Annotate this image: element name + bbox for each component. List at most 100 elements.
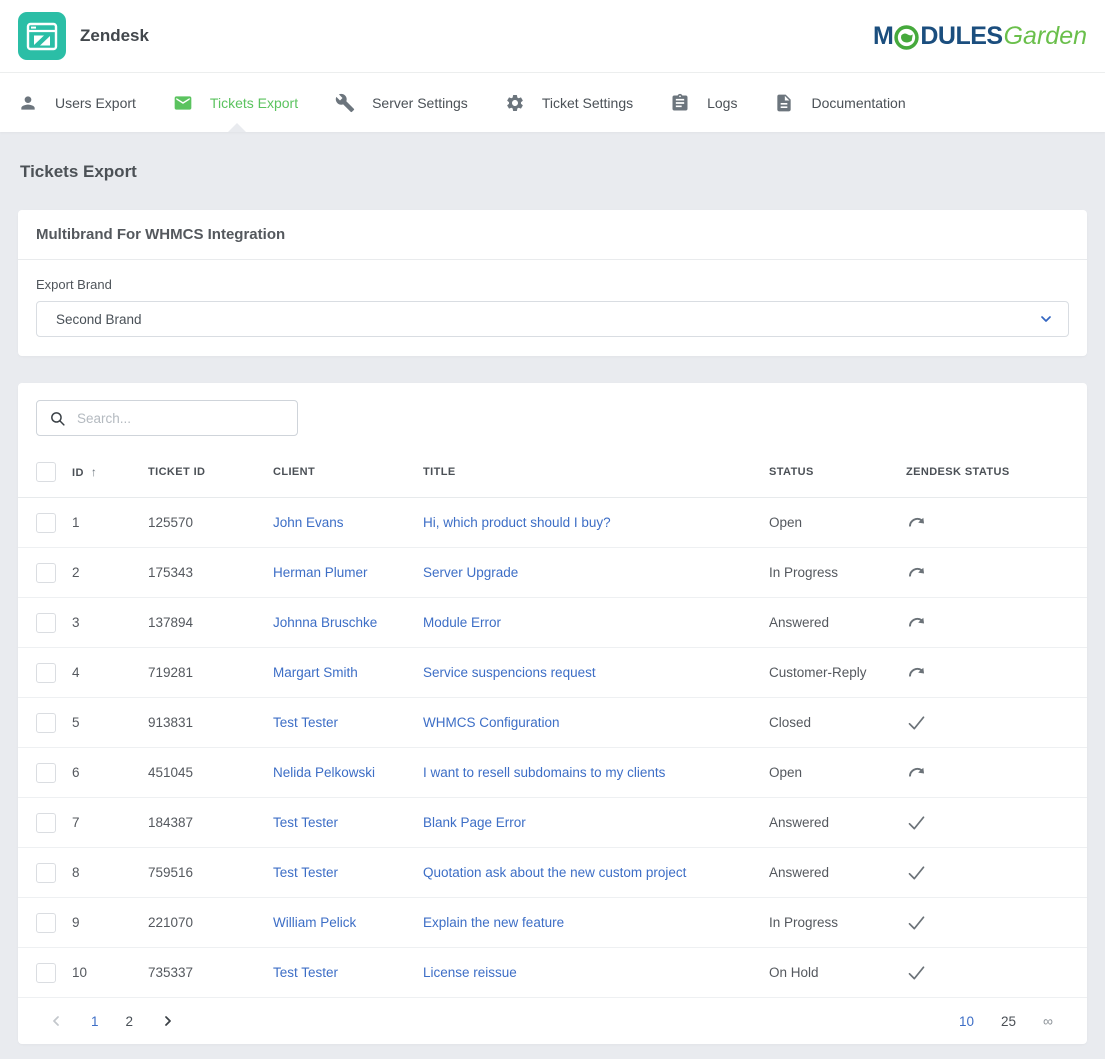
cell-status: Answered xyxy=(769,848,906,898)
page-number-2[interactable]: 2 xyxy=(126,1014,134,1029)
ticket-title-link[interactable]: Explain the new feature xyxy=(423,915,564,930)
mail-icon xyxy=(173,93,193,113)
client-link[interactable]: William Pelick xyxy=(273,915,356,930)
gear-icon xyxy=(505,93,525,113)
table-row: 9 221070 William Pelick Explain the new … xyxy=(18,898,1087,948)
ticket-title-link[interactable]: Module Error xyxy=(423,615,501,630)
cell-ticket-id: 719281 xyxy=(148,648,273,698)
redo-icon xyxy=(906,612,927,633)
clipboard-icon xyxy=(670,93,690,113)
select-all-checkbox[interactable] xyxy=(36,462,56,482)
page-title: Tickets Export xyxy=(18,132,1087,210)
row-checkbox[interactable] xyxy=(36,563,56,583)
cell-id: 6 xyxy=(72,748,148,798)
cell-ticket-id: 184387 xyxy=(148,798,273,848)
row-checkbox[interactable] xyxy=(36,913,56,933)
search-input[interactable] xyxy=(77,411,287,426)
brand-part-modules: DULES xyxy=(920,22,1002,51)
row-checkbox[interactable] xyxy=(36,763,56,783)
row-checkbox[interactable] xyxy=(36,713,56,733)
tab-documentation[interactable]: Documentation xyxy=(774,93,905,113)
ticket-title-link[interactable]: License reissue xyxy=(423,965,517,980)
multibrand-card-header: Multibrand For WHMCS Integration xyxy=(18,210,1087,260)
client-link[interactable]: Test Tester xyxy=(273,815,338,830)
client-link[interactable]: Test Tester xyxy=(273,965,338,980)
client-link[interactable]: Margart Smith xyxy=(273,665,358,680)
prev-page-icon[interactable] xyxy=(48,1013,64,1029)
cell-status: Answered xyxy=(769,798,906,848)
row-checkbox[interactable] xyxy=(36,613,56,633)
page-size-25[interactable]: 25 xyxy=(1001,1014,1016,1029)
page: Zendesk M DULES Garden Users Export xyxy=(0,0,1105,1059)
cell-status: Customer-Reply xyxy=(769,648,906,698)
client-link[interactable]: Johnna Bruschke xyxy=(273,615,377,630)
client-link[interactable]: Nelida Pelkowski xyxy=(273,765,375,780)
page-size-infinity[interactable]: ∞ xyxy=(1043,1013,1053,1029)
cell-id: 4 xyxy=(72,648,148,698)
table-row: 10 735337 Test Tester License reissue On… xyxy=(18,948,1087,998)
tickets-table-card: ID↑ TICKET ID CLIENT TITLE STATUS ZENDES… xyxy=(18,383,1087,1044)
row-checkbox[interactable] xyxy=(36,963,56,983)
page-number-1[interactable]: 1 xyxy=(91,1014,99,1029)
check-icon xyxy=(906,862,927,883)
tab-logs[interactable]: Logs xyxy=(670,93,737,113)
module-nav: Users Export Tickets Export Server Setti… xyxy=(0,73,1105,132)
multibrand-card: Multibrand For WHMCS Integration Export … xyxy=(18,210,1087,356)
cell-id: 5 xyxy=(72,698,148,748)
globe-icon xyxy=(894,25,919,50)
ticket-title-link[interactable]: WHMCS Configuration xyxy=(423,715,560,730)
modulesgarden-logo: M DULES Garden xyxy=(873,22,1087,51)
table-row: 6 451045 Nelida Pelkowski I want to rese… xyxy=(18,748,1087,798)
cell-status: In Progress xyxy=(769,898,906,948)
column-header-title[interactable]: TITLE xyxy=(423,442,769,498)
ticket-title-link[interactable]: Hi, which product should I buy? xyxy=(423,515,611,530)
app-header: Zendesk M DULES Garden xyxy=(0,0,1105,73)
tab-label: Logs xyxy=(707,95,737,111)
row-checkbox[interactable] xyxy=(36,863,56,883)
tab-server-settings[interactable]: Server Settings xyxy=(335,93,468,113)
check-icon xyxy=(906,912,927,933)
client-link[interactable]: Test Tester xyxy=(273,715,338,730)
export-brand-select[interactable]: Second Brand xyxy=(36,301,1069,337)
search-box xyxy=(36,400,298,436)
row-checkbox[interactable] xyxy=(36,663,56,683)
table-row: 1 125570 John Evans Hi, which product sh… xyxy=(18,498,1087,548)
next-page-icon[interactable] xyxy=(160,1013,176,1029)
client-link[interactable]: Herman Plumer xyxy=(273,565,368,580)
cell-ticket-id: 913831 xyxy=(148,698,273,748)
client-link[interactable]: John Evans xyxy=(273,515,344,530)
chevron-down-icon xyxy=(1038,311,1054,327)
row-checkbox[interactable] xyxy=(36,513,56,533)
ticket-title-link[interactable]: Blank Page Error xyxy=(423,815,526,830)
cell-status: Closed xyxy=(769,698,906,748)
page-size-options: 10 25 ∞ xyxy=(959,1013,1053,1029)
ticket-title-link[interactable]: Server Upgrade xyxy=(423,565,518,580)
ticket-title-link[interactable]: Quotation ask about the new custom proje… xyxy=(423,865,686,880)
tab-ticket-settings[interactable]: Ticket Settings xyxy=(505,93,633,113)
table-row: 4 719281 Margart Smith Service suspencio… xyxy=(18,648,1087,698)
column-header-ticket-id[interactable]: TICKET ID xyxy=(148,442,273,498)
page-size-10[interactable]: 10 xyxy=(959,1014,974,1029)
client-link[interactable]: Test Tester xyxy=(273,865,338,880)
multibrand-card-body: Export Brand Second Brand xyxy=(18,260,1087,356)
cell-ticket-id: 125570 xyxy=(148,498,273,548)
cell-id: 2 xyxy=(72,548,148,598)
column-header-id[interactable]: ID↑ xyxy=(72,442,148,498)
tab-users-export[interactable]: Users Export xyxy=(18,93,136,113)
redo-icon xyxy=(906,512,927,533)
table-row: 2 175343 Herman Plumer Server Upgrade In… xyxy=(18,548,1087,598)
ticket-title-link[interactable]: I want to resell subdomains to my client… xyxy=(423,765,665,780)
cell-ticket-id: 221070 xyxy=(148,898,273,948)
row-checkbox[interactable] xyxy=(36,813,56,833)
zendesk-app-icon xyxy=(18,12,66,60)
column-header-status[interactable]: STATUS xyxy=(769,442,906,498)
pagination-pages: 1 2 xyxy=(48,1013,176,1029)
ticket-title-link[interactable]: Service suspencions request xyxy=(423,665,596,680)
cell-status: On Hold xyxy=(769,948,906,998)
document-icon xyxy=(774,93,794,113)
tab-tickets-export[interactable]: Tickets Export xyxy=(173,93,298,113)
export-brand-selected-value: Second Brand xyxy=(56,312,1038,327)
column-header-zendesk-status[interactable]: ZENDESK STATUS xyxy=(906,442,1087,498)
cell-ticket-id: 451045 xyxy=(148,748,273,798)
column-header-client[interactable]: CLIENT xyxy=(273,442,423,498)
